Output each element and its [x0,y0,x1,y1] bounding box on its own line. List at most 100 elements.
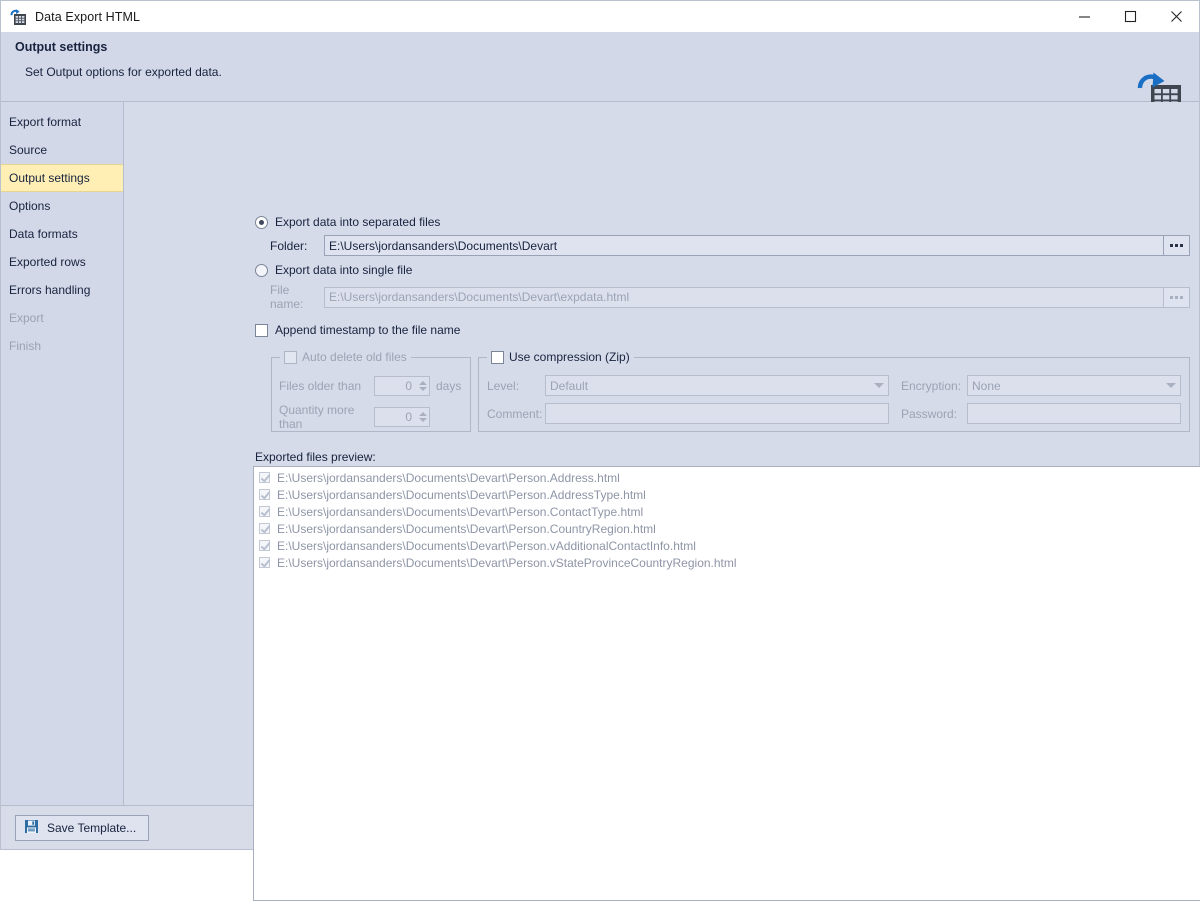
page-header: Output settings Set Output options for e… [1,32,1199,102]
list-item[interactable]: E:\Users\jordansanders\Documents\Devart\… [254,469,1200,486]
file-name-input: E:\Users\jordansanders\Documents\Devart\… [324,287,1164,308]
file-checkbox[interactable] [259,540,270,551]
files-older-than-row: Files older than 0 days [279,376,461,396]
file-path: E:\Users\jordansanders\Documents\Devart\… [277,471,620,485]
compression-group: Use compression (Zip) Level: Default Enc… [478,357,1190,432]
folder-label: Folder: [270,239,324,253]
single-file-option[interactable]: Export data into single file [255,263,412,277]
minimize-icon[interactable] [1061,1,1107,32]
level-label: Level: [487,379,545,393]
preview-caption: Exported files preview: [255,450,376,464]
file-path: E:\Users\jordansanders\Documents\Devart\… [277,556,737,570]
encryption-value: None [972,379,1001,393]
list-item[interactable]: E:\Users\jordansanders\Documents\Devart\… [254,554,1200,571]
window-title: Data Export HTML [35,10,140,24]
quantity-more-than-label: Quantity more than [279,403,374,431]
single-file-radio[interactable] [255,264,268,277]
sidebar-item-export-format[interactable]: Export format [1,108,123,136]
list-item[interactable]: E:\Users\jordansanders\Documents\Devart\… [254,503,1200,520]
files-older-than-stepper: 0 [374,376,430,396]
comment-input [545,403,889,424]
folder-row: Folder: E:\Users\jordansanders\Documents… [270,235,1190,256]
level-select: Default [545,375,889,396]
password-input [967,403,1181,424]
single-file-label: Export data into single file [275,263,412,277]
file-checkbox[interactable] [259,489,270,500]
sidebar-item-label: Exported rows [9,255,86,269]
close-icon[interactable] [1153,1,1199,32]
wizard-sidebar: Export format Source Output settings Opt… [1,102,124,805]
append-timestamp-checkbox[interactable] [255,324,268,337]
comment-label: Comment: [487,407,545,421]
file-path: E:\Users\jordansanders\Documents\Devart\… [277,505,643,519]
separated-files-label: Export data into separated files [275,215,440,229]
sidebar-item-output-settings[interactable]: Output settings [1,164,123,192]
separated-files-option[interactable]: Export data into separated files [255,215,440,229]
sidebar-item-label: Export format [9,115,81,129]
file-path: E:\Users\jordansanders\Documents\Devart\… [277,539,696,553]
file-name-row: File name: E:\Users\jordansanders\Docume… [270,283,1190,311]
sidebar-item-exported-rows[interactable]: Exported rows [1,248,123,276]
sidebar-item-errors-handling[interactable]: Errors handling [1,276,123,304]
folder-input[interactable]: E:\Users\jordansanders\Documents\Devart [324,235,1164,256]
folder-browse-button[interactable] [1164,235,1190,256]
auto-delete-checkbox [284,351,297,364]
data-export-window: Data Export HTML Output settings Set Out… [0,0,1200,850]
page-title: Output settings [15,40,222,54]
sidebar-item-label: Options [9,199,50,213]
floppy-disk-icon [24,819,39,837]
output-settings-pane: Export data into separated files Folder:… [124,102,1199,805]
file-name-label: File name: [270,283,324,311]
stepper-arrows [416,377,429,395]
separated-files-radio[interactable] [255,216,268,229]
chevron-down-icon [874,383,884,388]
body: Export format Source Output settings Opt… [1,102,1199,805]
save-template-button[interactable]: Save Template... [15,815,149,841]
chevron-down-icon [1166,383,1176,388]
file-checkbox[interactable] [259,523,270,534]
append-timestamp-option[interactable]: Append timestamp to the file name [255,323,460,337]
maximize-icon[interactable] [1107,1,1153,32]
list-item[interactable]: E:\Users\jordansanders\Documents\Devart\… [254,520,1200,537]
file-path: E:\Users\jordansanders\Documents\Devart\… [277,522,656,536]
sidebar-item-options[interactable]: Options [1,192,123,220]
auto-delete-label: Auto delete old files [302,350,407,364]
save-template-label: Save Template... [47,821,136,835]
password-label: Password: [901,407,967,421]
quantity-more-than-stepper: 0 [374,407,430,427]
list-item[interactable]: E:\Users\jordansanders\Documents\Devart\… [254,486,1200,503]
encryption-label: Encryption: [901,379,967,393]
file-checkbox[interactable] [259,472,270,483]
file-checkbox[interactable] [259,557,270,568]
sidebar-item-finish: Finish [1,332,123,360]
title-bar: Data Export HTML [1,1,1199,32]
stepper-arrows [416,408,429,426]
encryption-select: None [967,375,1181,396]
comment-row: Comment: Password: [487,403,1181,424]
use-compression-checkbox[interactable] [491,351,504,364]
file-path: E:\Users\jordansanders\Documents\Devart\… [277,488,646,502]
sidebar-item-label: Data formats [9,227,78,241]
quantity-more-than-row: Quantity more than 0 [279,403,430,431]
quantity-more-than-value: 0 [375,410,416,424]
header-texts: Output settings Set Output options for e… [1,32,222,79]
file-checkbox[interactable] [259,506,270,517]
auto-delete-caption-row[interactable]: Auto delete old files [280,350,411,364]
sidebar-item-label: Output settings [9,171,90,185]
sidebar-item-data-formats[interactable]: Data formats [1,220,123,248]
list-item[interactable]: E:\Users\jordansanders\Documents\Devart\… [254,537,1200,554]
days-label: days [436,379,461,393]
append-timestamp-label: Append timestamp to the file name [275,323,460,337]
sidebar-item-label: Export [9,311,44,325]
sidebar-item-source[interactable]: Source [1,136,123,164]
auto-delete-group: Auto delete old files Files older than 0… [271,357,471,432]
sidebar-item-label: Errors handling [9,283,90,297]
exported-files-preview-list[interactable]: E:\Users\jordansanders\Documents\Devart\… [253,466,1200,901]
files-older-than-value: 0 [375,379,416,393]
level-value: Default [550,379,588,393]
sidebar-item-label: Source [9,143,47,157]
sidebar-item-label: Finish [9,339,41,353]
compression-caption-row[interactable]: Use compression (Zip) [487,350,634,364]
use-compression-label: Use compression (Zip) [509,350,630,364]
file-name-browse-button [1164,287,1190,308]
